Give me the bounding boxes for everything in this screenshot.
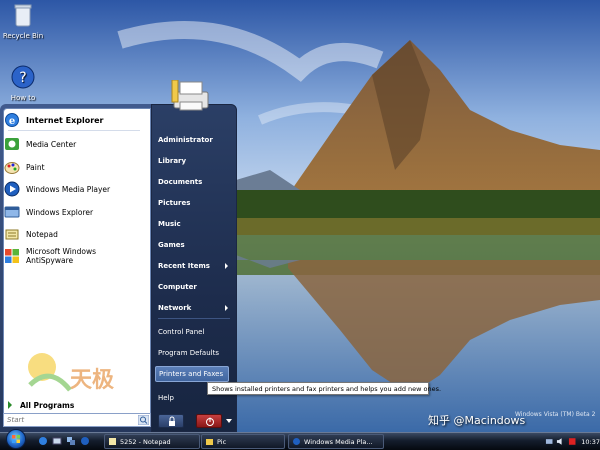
system-tray: 10:37 [545, 434, 600, 449]
program-media-center[interactable]: Media Center [4, 134, 144, 154]
ie-quicklaunch-icon[interactable] [38, 436, 48, 446]
right-item-music[interactable]: Music [158, 216, 234, 232]
pinned-separator [8, 130, 140, 131]
help-desktop-icon[interactable]: ? How to Report a Bug [0, 64, 46, 102]
right-item-printers-and-faxes[interactable]: Printers and Faxes [155, 366, 229, 382]
media-player-icon [4, 181, 20, 197]
network-tray-icon[interactable] [545, 437, 553, 446]
program-notepad[interactable]: Notepad [4, 224, 144, 244]
help-icon-label: How to Report a Bug [10, 94, 36, 102]
all-programs-arrow-icon [8, 401, 12, 409]
printers-and-faxes-label: Printers and Faxes [159, 370, 224, 378]
help-icon: ? [11, 65, 35, 89]
media-player-quicklaunch-icon[interactable] [80, 436, 90, 446]
games-label: Games [158, 241, 185, 249]
build-watermark-text: Windows Vista (TM) Beta 2 [515, 411, 596, 418]
windows-media-player-label: Windows Media Player [26, 184, 111, 194]
library-label: Library [158, 157, 187, 165]
power-icon [206, 417, 214, 426]
taskbar-button-media-player[interactable]: Windows Media Pla... [288, 434, 384, 449]
right-item-program-defaults[interactable]: Program Defaults [158, 345, 234, 361]
notepad-icon [109, 438, 116, 445]
notepad-label: Notepad [26, 229, 58, 239]
media-center-label: Media Center [26, 139, 77, 149]
program-paint[interactable]: Paint [4, 157, 144, 177]
taskbar-media-player-label: Windows Media Pla... [304, 437, 373, 446]
network-arrow-icon [225, 305, 228, 311]
windows-logo-icon [12, 435, 20, 443]
volume-tray-icon[interactable] [556, 437, 564, 446]
start-search-box[interactable] [3, 413, 151, 427]
control-panel-label: Control Panel [158, 328, 205, 336]
svg-text:e: e [9, 116, 15, 127]
security-tray-icon[interactable] [568, 437, 576, 446]
lock-button[interactable] [158, 414, 184, 428]
media-center-icon [5, 138, 19, 150]
printers-tooltip: Shows installed printers and fax printer… [207, 382, 441, 395]
taskbar-notepad-label: 5252 - Notepad [120, 437, 171, 446]
documents-label: Documents [158, 178, 203, 186]
recycle-bin-label: Recycle Bin [2, 32, 44, 40]
start-search-input[interactable] [7, 416, 127, 424]
all-programs-label: All Programs [20, 400, 75, 410]
right-item-control-panel[interactable]: Control Panel [158, 324, 234, 340]
site-logo-text: 天极 [70, 368, 115, 393]
program-antispyware[interactable]: Microsoft Windows AntiSpyware [4, 246, 144, 266]
right-item-documents[interactable]: Documents [158, 174, 234, 190]
search-icon[interactable] [138, 415, 149, 425]
switch-windows-icon[interactable] [66, 436, 76, 446]
windows-explorer-label: Windows Explorer [26, 207, 94, 217]
internet-explorer-icon: e [5, 113, 19, 127]
notepad-icon [5, 229, 19, 240]
clock[interactable]: 10:37 [581, 438, 600, 446]
recent-items-label: Recent Items [158, 262, 210, 270]
antispyware-icon [5, 249, 19, 263]
antispyware-label: Microsoft Windows AntiSpyware [26, 247, 96, 265]
right-item-computer[interactable]: Computer [158, 279, 234, 295]
right-item-pictures[interactable]: Pictures [158, 195, 234, 211]
music-label: Music [158, 220, 181, 228]
network-label: Network [158, 304, 192, 312]
computer-label: Computer [158, 283, 197, 291]
recycle-bin-icon [14, 4, 32, 27]
paint-label: Paint [26, 162, 45, 172]
lock-icon [169, 416, 175, 426]
tooltip-text: Shows installed printers and fax printer… [212, 384, 442, 393]
all-programs-button[interactable]: All Programs [4, 398, 144, 412]
svg-text:?: ? [19, 70, 26, 86]
right-item-library[interactable]: Library [158, 153, 234, 169]
recycle-bin-desktop-icon[interactable]: Recycle Bin [0, 2, 46, 40]
start-orb-button[interactable] [6, 429, 26, 449]
taskbar-button-pic[interactable]: Pic [201, 434, 285, 449]
right-item-recent-items[interactable]: Recent Items [158, 258, 234, 274]
right-item-network[interactable]: Network [158, 300, 234, 316]
taskbar-button-notepad[interactable]: 5252 - Notepad [104, 434, 200, 449]
power-button[interactable] [196, 414, 222, 428]
pinned-internet-explorer[interactable]: e Internet Explorer [4, 110, 144, 130]
administrator-label: Administrator [158, 136, 213, 144]
right-item-administrator[interactable]: Administrator [158, 132, 234, 148]
right-pane-separator [158, 318, 230, 319]
program-defaults-label: Program Defaults [158, 349, 219, 357]
help-label: Help [158, 394, 174, 402]
user-picture-printer-icon [171, 80, 209, 111]
paint-icon [4, 162, 20, 174]
program-windows-explorer[interactable]: Windows Explorer [4, 202, 144, 222]
pictures-label: Pictures [158, 199, 191, 207]
shutdown-options-arrow-icon[interactable] [224, 414, 234, 428]
right-item-games[interactable]: Games [158, 237, 234, 253]
show-desktop-icon[interactable] [52, 436, 62, 446]
recent-items-arrow-icon [225, 263, 228, 269]
taskbar-pic-label: Pic [217, 437, 227, 446]
media-player-icon [293, 438, 300, 445]
explorer-icon [4, 206, 20, 218]
folder-icon [206, 439, 213, 445]
internet-explorer-label: Internet Explorer [26, 115, 104, 125]
program-windows-media-player[interactable]: Windows Media Player [4, 179, 144, 199]
zhihu-watermark: 知乎 @Macindows [428, 414, 526, 427]
